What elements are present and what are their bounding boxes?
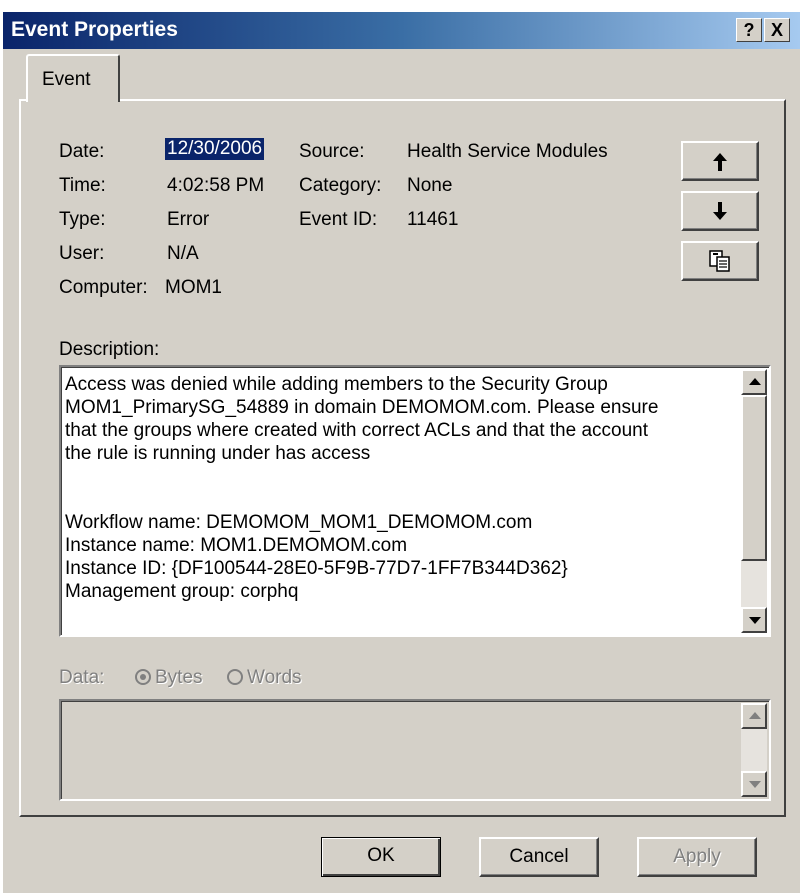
copy-button[interactable] — [681, 241, 759, 281]
cancel-button[interactable]: Cancel — [479, 837, 599, 877]
data-textbox[interactable] — [59, 699, 771, 801]
description-text: Access was denied while adding members t… — [65, 373, 730, 603]
bytes-radio[interactable] — [135, 669, 151, 685]
arrow-up-icon — [713, 153, 727, 171]
type-label: Type: — [59, 209, 106, 230]
words-label: Words — [247, 667, 302, 688]
date-label: Date: — [59, 141, 105, 162]
arrow-down-icon — [713, 202, 727, 220]
scroll-thumb[interactable] — [741, 395, 767, 561]
apply-button[interactable]: Apply — [637, 837, 757, 877]
event-id-value: 11461 — [407, 209, 459, 230]
type-value: Error — [167, 209, 210, 230]
date-value[interactable]: 12/30/2006 — [165, 138, 265, 160]
description-line: Workflow name: DEMOMOM_MOM1_DEMOMOM.com — [65, 512, 533, 533]
time-label: Time: — [59, 175, 106, 196]
data-label: Data: — [59, 667, 105, 688]
description-textbox[interactable]: Access was denied while adding members t… — [59, 365, 771, 637]
scroll-down-icon — [749, 617, 761, 624]
data-scroll-down-icon — [749, 781, 761, 788]
scroll-down-button[interactable] — [741, 607, 767, 633]
tab-event[interactable]: Event — [26, 54, 120, 102]
description-line: Instance name: MOM1.DEMOMOM.com — [65, 535, 408, 556]
computer-label: Computer: — [59, 277, 148, 298]
category-value: None — [407, 175, 453, 196]
data-scroll-down-button[interactable] — [741, 771, 767, 797]
source-label: Source: — [299, 141, 365, 162]
tab-event-label: Event — [42, 69, 91, 90]
description-line: Management group: corphq — [65, 581, 299, 602]
time-value: 4:02:58 PM — [167, 175, 265, 196]
words-radio[interactable] — [227, 669, 243, 685]
event-tab-panel: Date: 12/30/2006 Source: Health Service … — [19, 99, 786, 817]
help-button[interactable]: ? — [736, 18, 762, 42]
window-title: Event Properties — [11, 18, 178, 41]
data-scroll-up-icon — [749, 712, 761, 719]
user-value: N/A — [167, 243, 199, 264]
data-scroll-up-button[interactable] — [741, 703, 767, 729]
scroll-up-icon — [749, 378, 761, 385]
ok-button[interactable]: OK — [321, 837, 441, 877]
source-value: Health Service Modules — [407, 141, 608, 162]
scroll-up-button[interactable] — [741, 369, 767, 395]
event-id-label: Event ID: — [299, 209, 378, 230]
next-event-button[interactable] — [681, 191, 759, 231]
copy-icon — [709, 250, 730, 272]
category-label: Category: — [299, 175, 382, 196]
description-line — [65, 465, 730, 488]
description-line: Access was denied while adding members t… — [65, 374, 608, 395]
title-bar[interactable]: Event Properties ? X — [3, 12, 800, 49]
description-label: Description: — [59, 339, 160, 360]
description-line: the rule is running under has access — [65, 443, 371, 464]
computer-value: MOM1 — [165, 277, 222, 298]
close-button[interactable]: X — [764, 18, 790, 42]
user-label: User: — [59, 243, 105, 264]
previous-event-button[interactable] — [681, 141, 759, 181]
description-scrollbar[interactable] — [741, 369, 767, 633]
description-line: that the groups where created with corre… — [65, 420, 649, 441]
description-line: Instance ID: {DF100544-28E0-5F9B-77D7-1F… — [65, 558, 568, 579]
description-line: MOM1_PrimarySG_54889 in domain DEMOMOM.c… — [65, 397, 659, 418]
data-scrollbar[interactable] — [741, 703, 767, 797]
description-line — [65, 488, 730, 511]
bytes-label: Bytes — [155, 667, 203, 688]
event-properties-window: Event Properties ? X Event Date: 12/30/2… — [3, 12, 800, 893]
